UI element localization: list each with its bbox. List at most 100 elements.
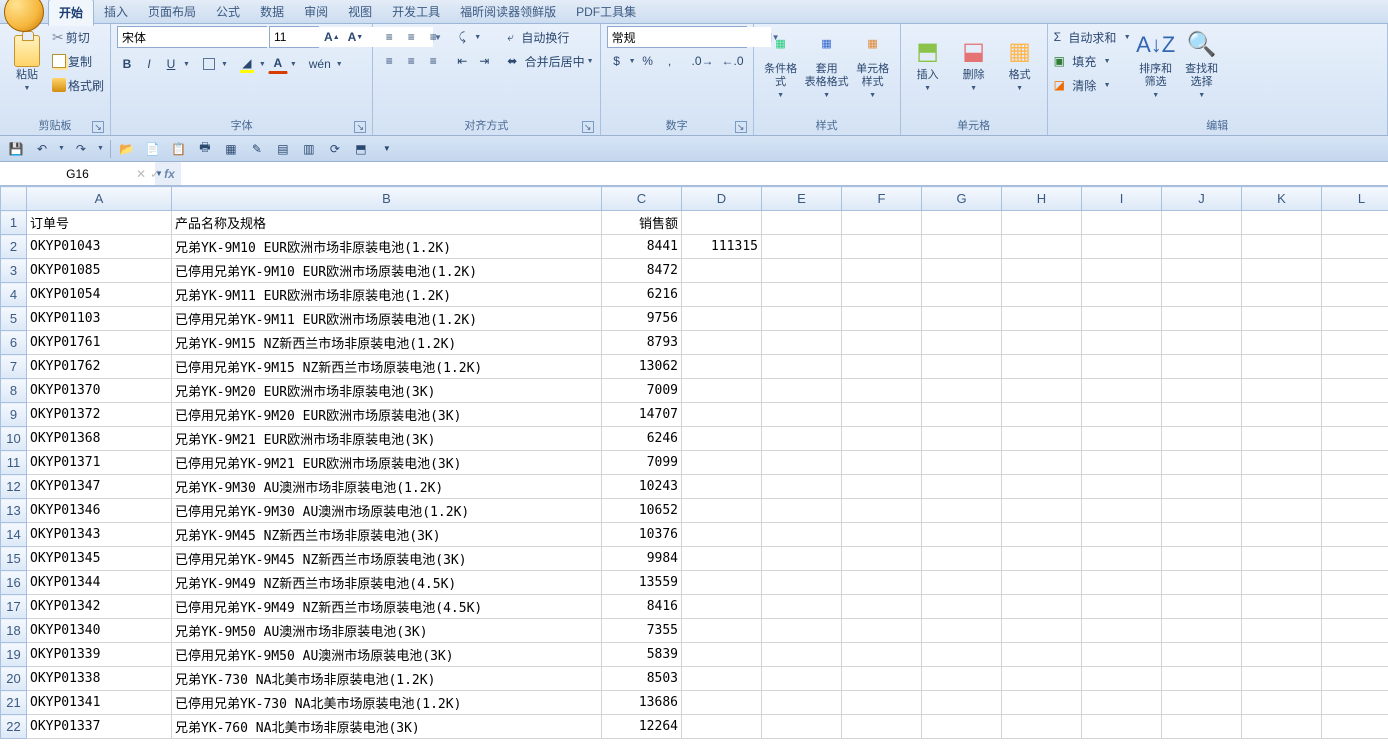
font-color-button[interactable]: A: [268, 54, 288, 74]
cell[interactable]: [1242, 523, 1322, 547]
cell[interactable]: [1002, 283, 1082, 307]
tab-审阅[interactable]: 审阅: [294, 0, 338, 25]
row-header[interactable]: 15: [1, 547, 27, 571]
cell[interactable]: [1162, 427, 1242, 451]
cell[interactable]: [762, 595, 842, 619]
cell[interactable]: OKYP01761: [27, 331, 172, 355]
cell[interactable]: 已停用兄弟YK-9M10 EUR欧洲市场原装电池(1.2K): [172, 259, 602, 283]
cell[interactable]: [762, 451, 842, 475]
cell[interactable]: 兄弟YK-760 NA北美市场非原装电池(3K): [172, 715, 602, 739]
cell[interactable]: [762, 715, 842, 739]
cell[interactable]: [1242, 355, 1322, 379]
cell[interactable]: [1162, 475, 1242, 499]
decrease-decimal-button[interactable]: ←.0: [719, 51, 747, 71]
column-header-D[interactable]: D: [682, 187, 762, 211]
paste-button[interactable]: 粘贴 ▼: [6, 26, 48, 104]
qat-button[interactable]: ⟳: [325, 139, 345, 159]
cell[interactable]: OKYP01338: [27, 667, 172, 691]
column-header-B[interactable]: B: [172, 187, 602, 211]
cell[interactable]: 10652: [602, 499, 682, 523]
cell[interactable]: 兄弟YK-9M20 EUR欧洲市场非原装电池(3K): [172, 379, 602, 403]
cell[interactable]: [1082, 619, 1162, 643]
cell[interactable]: [1002, 547, 1082, 571]
cell[interactable]: [1322, 595, 1388, 619]
cell[interactable]: [1322, 715, 1388, 739]
cell[interactable]: [922, 355, 1002, 379]
cell[interactable]: OKYP01762: [27, 355, 172, 379]
cell[interactable]: [1322, 355, 1388, 379]
tab-开发工具[interactable]: 开发工具: [382, 0, 450, 25]
cell[interactable]: 已停用兄弟YK-9M20 EUR欧洲市场原装电池(3K): [172, 403, 602, 427]
cell[interactable]: [682, 475, 762, 499]
cell[interactable]: [1242, 403, 1322, 427]
cell[interactable]: [1082, 715, 1162, 739]
row-header[interactable]: 14: [1, 523, 27, 547]
column-header-I[interactable]: I: [1082, 187, 1162, 211]
qat-button[interactable]: ✎: [247, 139, 267, 159]
row-header[interactable]: 21: [1, 691, 27, 715]
phonetic-button[interactable]: wén: [306, 54, 334, 74]
cell[interactable]: [1242, 475, 1322, 499]
cell[interactable]: 7009: [602, 379, 682, 403]
cell[interactable]: [1162, 379, 1242, 403]
cell[interactable]: 已停用兄弟YK-9M45 NZ新西兰市场原装电池(3K): [172, 547, 602, 571]
align-bottom-button[interactable]: ≡: [423, 27, 443, 47]
open-button[interactable]: 📂: [117, 139, 137, 159]
cell[interactable]: [1322, 451, 1388, 475]
cell[interactable]: [1082, 235, 1162, 259]
cell[interactable]: [922, 667, 1002, 691]
cell[interactable]: [1002, 595, 1082, 619]
cell[interactable]: [842, 403, 922, 427]
cell[interactable]: 兄弟YK-9M45 NZ新西兰市场非原装电池(3K): [172, 523, 602, 547]
cell[interactable]: [1322, 475, 1388, 499]
name-box[interactable]: ▼: [0, 162, 130, 185]
cell[interactable]: [1082, 379, 1162, 403]
row-header[interactable]: 9: [1, 403, 27, 427]
row-header[interactable]: 16: [1, 571, 27, 595]
cell[interactable]: [1162, 595, 1242, 619]
fill-color-button[interactable]: ◢: [237, 54, 257, 74]
cell[interactable]: [1242, 235, 1322, 259]
cell[interactable]: [1162, 715, 1242, 739]
align-top-button[interactable]: ≡: [379, 27, 399, 47]
tab-数据[interactable]: 数据: [250, 0, 294, 25]
cell[interactable]: [1242, 427, 1322, 451]
formula-input[interactable]: [181, 162, 1388, 185]
cell[interactable]: [842, 595, 922, 619]
cell[interactable]: [682, 379, 762, 403]
row-header[interactable]: 2: [1, 235, 27, 259]
cell[interactable]: [1162, 355, 1242, 379]
undo-button[interactable]: ↶: [32, 139, 52, 159]
redo-button[interactable]: ↷: [71, 139, 91, 159]
column-header-H[interactable]: H: [1002, 187, 1082, 211]
row-header[interactable]: 6: [1, 331, 27, 355]
cell[interactable]: OKYP01345: [27, 547, 172, 571]
tab-页面布局[interactable]: 页面布局: [138, 0, 206, 25]
qat-customize[interactable]: ▼: [377, 139, 397, 159]
cell[interactable]: [1082, 643, 1162, 667]
cell[interactable]: [682, 619, 762, 643]
cell[interactable]: [762, 211, 842, 235]
cell[interactable]: [842, 355, 922, 379]
cell[interactable]: [1162, 619, 1242, 643]
cell[interactable]: [922, 475, 1002, 499]
cell[interactable]: OKYP01372: [27, 403, 172, 427]
cell[interactable]: [842, 643, 922, 667]
cell[interactable]: [1002, 715, 1082, 739]
tab-福昕阅读器领鲜版[interactable]: 福昕阅读器领鲜版: [450, 0, 566, 25]
cell[interactable]: [1322, 643, 1388, 667]
row-header[interactable]: 13: [1, 499, 27, 523]
row-header[interactable]: 4: [1, 283, 27, 307]
cell[interactable]: [842, 211, 922, 235]
cancel-formula-icon[interactable]: ✕: [136, 167, 146, 181]
fx-icon[interactable]: fx: [164, 167, 175, 181]
cell[interactable]: [922, 571, 1002, 595]
cut-button[interactable]: ✂ 剪切: [52, 26, 104, 48]
cell[interactable]: OKYP01347: [27, 475, 172, 499]
cell[interactable]: [762, 331, 842, 355]
cell[interactable]: 13686: [602, 691, 682, 715]
cell[interactable]: [1322, 307, 1388, 331]
cell[interactable]: [762, 691, 842, 715]
comma-button[interactable]: ,: [660, 51, 680, 71]
tab-公式[interactable]: 公式: [206, 0, 250, 25]
